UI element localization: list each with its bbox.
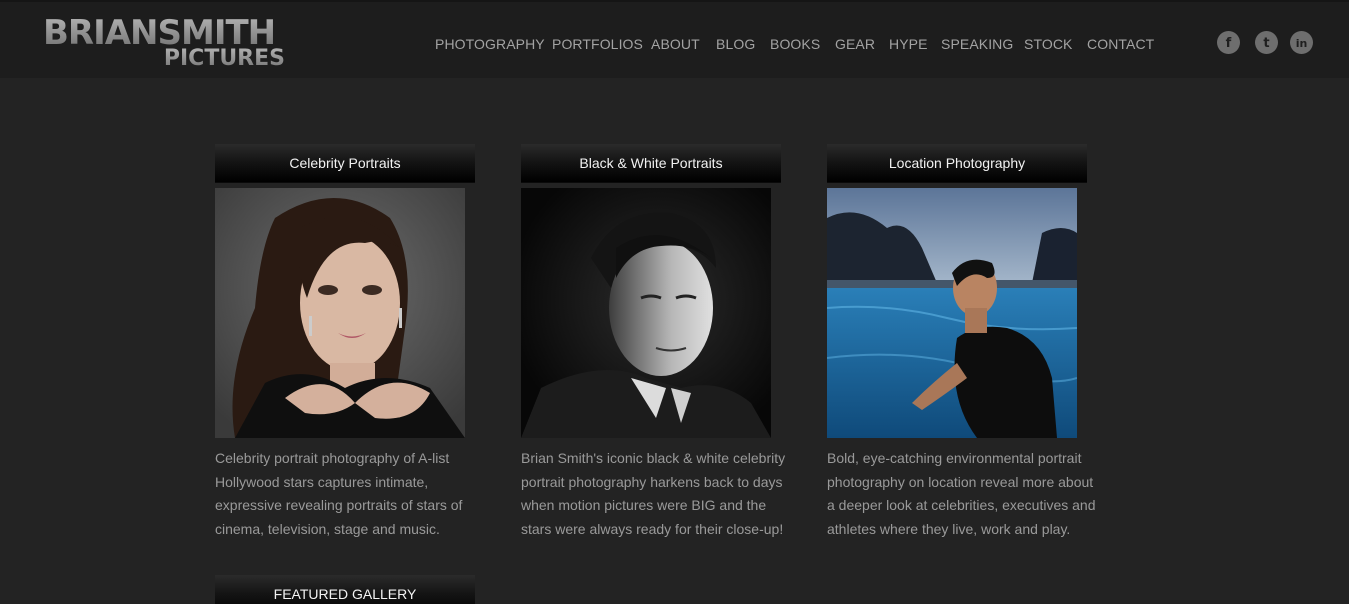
nav-item-books[interactable]: BOOKS xyxy=(770,35,820,53)
twitter-glyph: t xyxy=(1263,36,1270,51)
nav-item-gear[interactable]: GEAR xyxy=(835,35,875,53)
site-logo[interactable]: BRIANSMITH PICTURES xyxy=(43,14,293,74)
nav-item-hype[interactable]: HYPE xyxy=(889,35,928,53)
desc-line: when motion pictures were BIG and the xyxy=(521,497,767,513)
desc-line: stars were always ready for their close-… xyxy=(521,520,784,537)
desc-line: cinema, television, stage and music. xyxy=(215,520,440,537)
facebook-glyph: f xyxy=(1225,36,1232,51)
nav-item-blog[interactable]: BLOG xyxy=(716,35,755,53)
card-title-location-photography[interactable]: Location Photography xyxy=(827,144,1087,183)
nav-item-stock[interactable]: STOCK xyxy=(1024,35,1072,53)
desc-line: Hollywood stars captures intimate, xyxy=(215,473,429,490)
desc-line: Brian Smith's iconic black & white celeb… xyxy=(521,450,786,466)
desc-line: Celebrity portrait photography of A-list xyxy=(215,450,450,466)
card-title-black-white-portraits[interactable]: Black & White Portraits xyxy=(521,144,781,183)
logo-line-pictures: PICTURES xyxy=(163,46,285,71)
desc-line: portrait photography harkens back to day… xyxy=(521,473,783,490)
desc-line: photography on location reveal more abou… xyxy=(827,473,1094,490)
nav-item-speaking[interactable]: SPEAKING xyxy=(941,35,1013,53)
nav-item-about[interactable]: ABOUT xyxy=(651,35,700,53)
card-title-celebrity-portraits[interactable]: Celebrity Portraits xyxy=(215,144,475,183)
site-header: BRIANSMITH PICTURES PHOTOGRAPHY PORTFOLI… xyxy=(0,2,1349,78)
photo-black-white-portrait[interactable] xyxy=(521,188,771,438)
nav-item-portfolios[interactable]: PORTFOLIOS xyxy=(552,35,643,53)
card-description-location: Bold, eye-catching environmental portrai… xyxy=(827,447,1097,541)
nav-item-photography[interactable]: PHOTOGRAPHY xyxy=(435,35,545,53)
photo-location-pool[interactable] xyxy=(827,188,1077,438)
desc-line: Bold, eye-catching environmental portrai… xyxy=(827,450,1082,466)
desc-line: a deeper look at celebrities, executives… xyxy=(827,497,1096,513)
card-description-celebrity: Celebrity portrait photography of A-list… xyxy=(215,447,485,541)
desc-line: expressive revealing portraits of stars … xyxy=(215,497,463,513)
facebook-icon[interactable]: f xyxy=(1217,31,1240,54)
desc-line: athletes where they live, work and play. xyxy=(827,520,1071,537)
linkedin-glyph: in xyxy=(1295,37,1308,50)
card-description-black-white: Brian Smith's iconic black & white celeb… xyxy=(521,447,791,541)
twitter-icon[interactable]: t xyxy=(1255,31,1278,54)
photo-celebrity-portrait[interactable] xyxy=(215,188,465,438)
nav-item-contact[interactable]: CONTACT xyxy=(1087,35,1154,53)
featured-gallery-heading[interactable]: FEATURED GALLERY xyxy=(215,575,475,604)
linkedin-icon[interactable]: in xyxy=(1290,31,1313,54)
